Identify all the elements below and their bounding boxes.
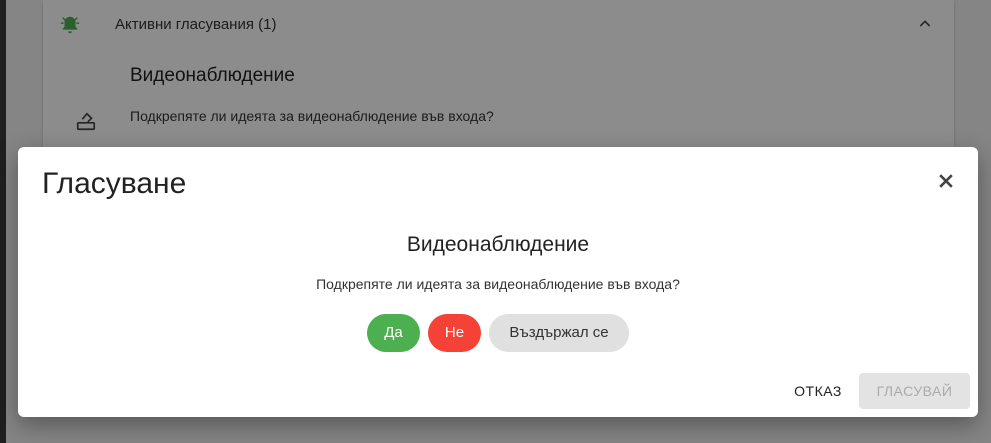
dialog-title: Гласуване <box>42 167 187 200</box>
cancel-button[interactable]: ОТКАЗ <box>784 373 852 409</box>
option-abstain-button[interactable]: Въздържал се <box>489 314 629 352</box>
question-text: Подкрепяте ли идеята за видеонаблюдение … <box>316 276 680 292</box>
close-icon[interactable] <box>932 167 960 195</box>
vote-dialog: Гласуване Видеонаблюдение Подкрепяте ли … <box>18 147 978 417</box>
option-no-button[interactable]: Не <box>428 314 481 352</box>
question-title: Видеонаблюдение <box>406 233 590 256</box>
option-yes-button[interactable]: Да <box>367 314 420 352</box>
vote-button[interactable]: ГЛАСУВАЙ <box>859 373 970 409</box>
